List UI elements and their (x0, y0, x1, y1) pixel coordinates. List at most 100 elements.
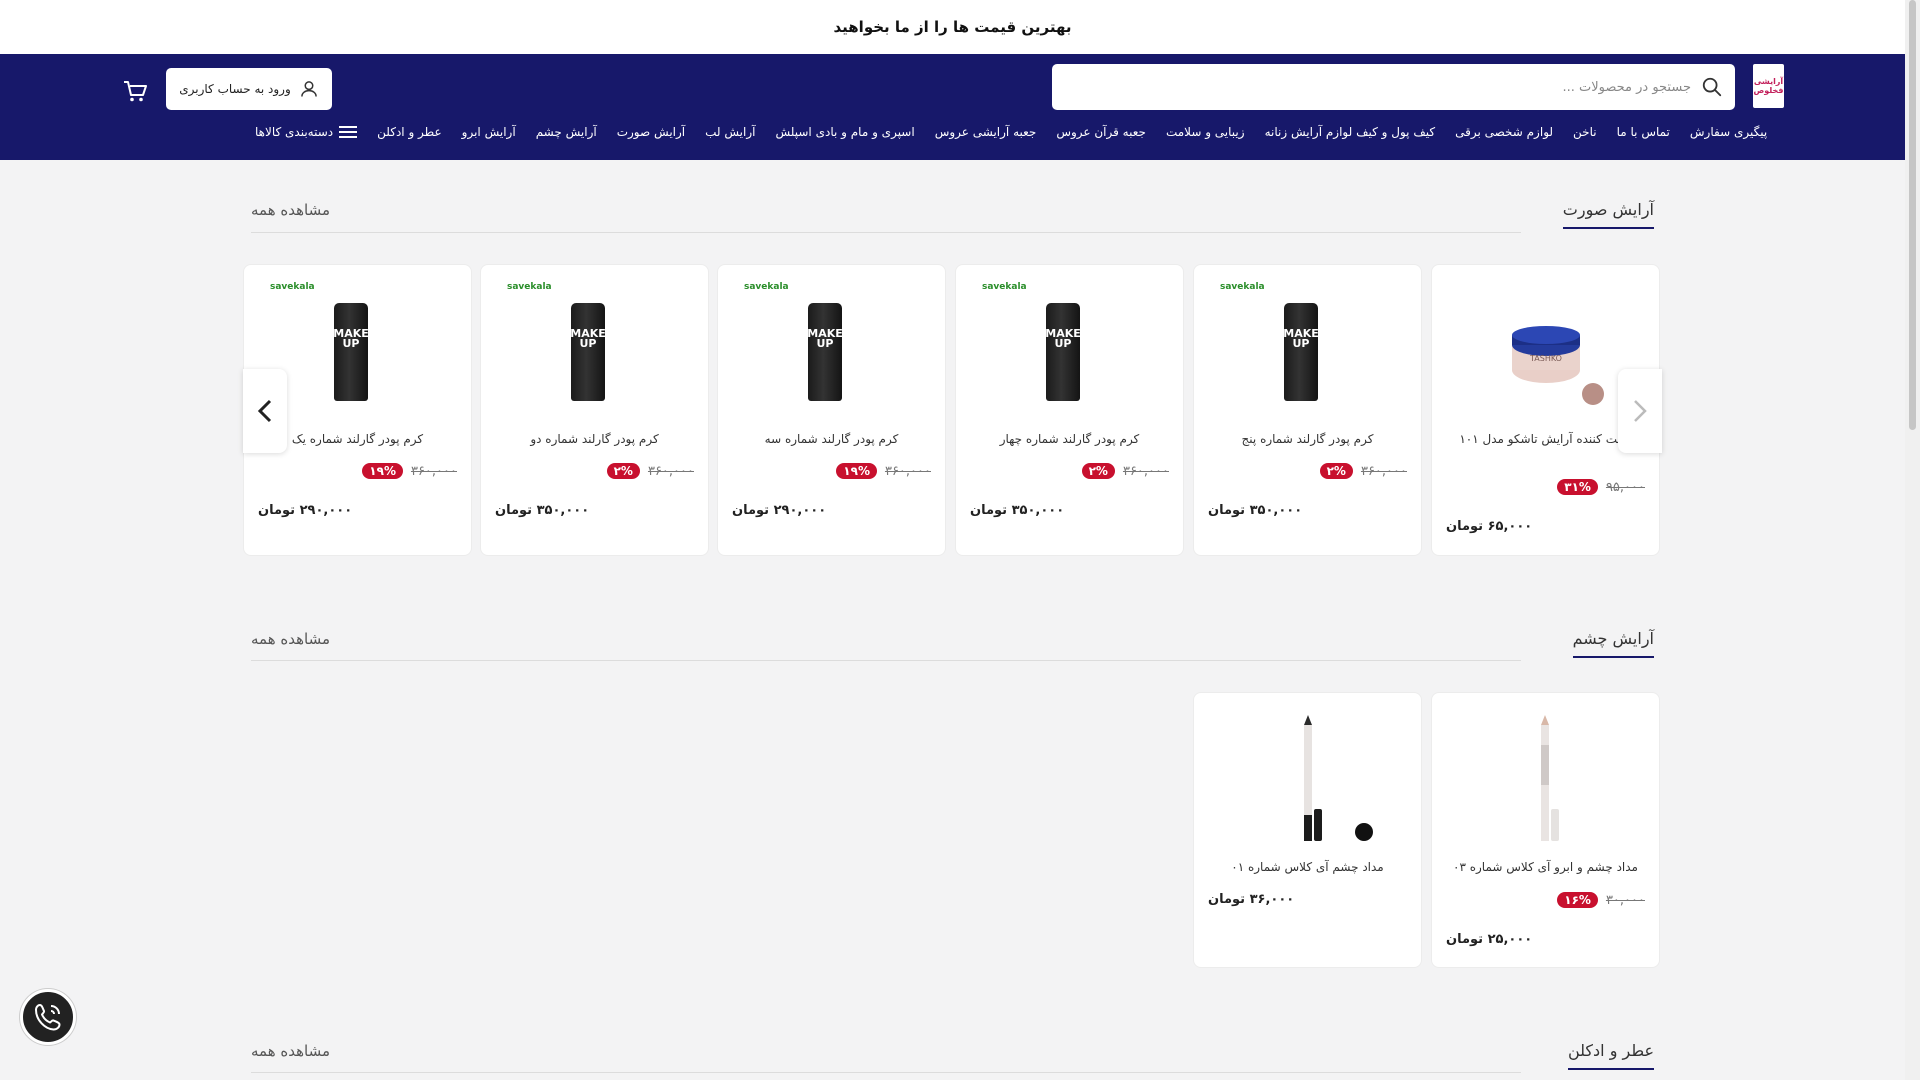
product-card[interactable]: مداد چشم و ابرو آی کلاس شماره ۰۳ ۱۶% ۳۰,… (1431, 692, 1660, 968)
product-image-tube: MAKE UP (333, 303, 369, 401)
section-divider (251, 232, 1521, 233)
product-image-tube: MAKE UP (1283, 303, 1319, 401)
chevron-left-icon (257, 399, 272, 423)
old-price: ۳۶۰,۰۰۰ (884, 463, 931, 479)
discount-badge: ۲% (606, 463, 640, 479)
nav-item[interactable]: آرایش لب (705, 125, 755, 139)
announcement-bar: بهترین قیمت ها را از ما بخواهید (0, 0, 1905, 54)
call-button[interactable] (20, 989, 76, 1045)
nav-item[interactable]: آرایش ابرو (462, 125, 516, 139)
product-card[interactable]: savekala MAKE UP کرم پودر گارلند شماره چه… (955, 264, 1184, 556)
section-divider (251, 1072, 1521, 1073)
product-card[interactable]: savekala MAKE UP کرم پودر گارلند شماره سه… (717, 264, 946, 556)
product-pricing: ۲% ۳۶۰,۰۰۰ (495, 463, 694, 479)
menu-icon (339, 126, 358, 138)
nav-item[interactable]: لوازم شخصی برقی (1455, 125, 1553, 139)
product-pricing: ۱۹% ۳۶۰,۰۰۰ (258, 463, 457, 479)
product-name: مداد چشم و ابرو آی کلاس شماره ۰۳ (1453, 860, 1638, 874)
product-image-tube: MAKE UP (1045, 303, 1081, 401)
product-price: ۳۶,۰۰۰ تومان (1208, 892, 1295, 907)
product-name: کرم پودر گارلند شماره سه (764, 432, 899, 446)
nav-item[interactable]: زیبایی و سلامت (1166, 125, 1245, 139)
nav-item[interactable]: ناخن (1573, 125, 1597, 139)
search-icon[interactable] (1701, 76, 1723, 98)
color-swatch[interactable] (1582, 383, 1604, 405)
nav-item[interactable]: آرایش چشم (536, 125, 597, 139)
product-image-jar: TASHKO (1512, 326, 1580, 383)
discount-badge: ۳۱% (1557, 479, 1598, 495)
discount-badge: ۱۶% (1557, 892, 1598, 908)
product-price: ۶۵,۰۰۰ تومان (1446, 519, 1533, 534)
section-title-perfume[interactable]: عطر و ادکلن (1567, 1041, 1654, 1070)
brand-label: savekala (1220, 282, 1265, 292)
announcement-text: بهترین قیمت ها را از ما بخواهید (833, 18, 1072, 36)
nav-item[interactable]: اسپری و مام و بادی اسپلش (775, 125, 914, 139)
jar-label: TASHKO (1529, 354, 1562, 363)
nav-item[interactable]: کیف پول و کیف لوازم آرایش زنانه (1265, 125, 1436, 139)
old-price: ۳۶۰,۰۰۰ (410, 463, 457, 479)
search-input[interactable] (1087, 79, 1691, 95)
login-button[interactable]: ورود به حساب کاربری (166, 68, 332, 110)
discount-badge: ۲% (1319, 463, 1353, 479)
brand-label: savekala (744, 282, 789, 292)
nav-item[interactable]: تماس با ما (1617, 125, 1670, 139)
product-name: کرم پودر گارلند شماره چهار (999, 432, 1140, 446)
discount-badge: ۱۹% (362, 463, 403, 479)
product-price: ۳۵۰,۰۰۰ تومان (495, 503, 590, 518)
main-nav: دسته‌بندی کالاها عطر و ادکلن آرایش ابرو … (255, 120, 1767, 144)
product-image-pencil (1304, 715, 1312, 841)
search-bar[interactable] (1052, 64, 1735, 110)
logo-text: آرایشی فخلوص (1753, 77, 1784, 95)
product-name: مداد چشم آی کلاس شماره ۰۱ (1231, 860, 1384, 874)
product-price: ۲۹۰,۰۰۰ تومان (732, 503, 827, 518)
product-image-pencil (1541, 715, 1549, 841)
brand-label: savekala (270, 282, 315, 292)
pencil-cap-icon (1551, 809, 1559, 841)
carousel-prev-button[interactable] (243, 369, 287, 453)
old-price: ۹۵,۰۰۰ (1605, 479, 1645, 495)
old-price: ۳۰,۰۰۰ (1605, 892, 1645, 908)
chevron-right-icon (1634, 400, 1647, 422)
color-swatch[interactable] (1355, 823, 1373, 841)
discount-badge: ۱۹% (836, 463, 877, 479)
see-all-face-link[interactable]: مشاهده همه (251, 201, 330, 219)
site-header: آرایشی فخلوص ورود به حساب کاربری دسته‌بن… (0, 54, 1905, 160)
carousel-next-button[interactable] (1618, 369, 1662, 453)
nav-item[interactable]: جعبه آرایشی عروس (935, 125, 1037, 139)
nav-item[interactable]: جعبه قرآن عروس (1056, 125, 1146, 139)
product-price: ۲۹۰,۰۰۰ تومان (258, 503, 353, 518)
page-scrollbar[interactable] (1905, 0, 1920, 1080)
cart-icon[interactable] (122, 78, 148, 104)
product-price: ۳۵۰,۰۰۰ تومان (1208, 503, 1303, 518)
site-logo[interactable]: آرایشی فخلوص (1753, 64, 1784, 108)
product-card[interactable]: savekala MAKE UP کرم پودر گارلند شماره پن… (1193, 264, 1422, 556)
section-title-eye[interactable]: آرایش چشم (1572, 629, 1654, 658)
phone-icon (34, 1003, 61, 1031)
brand-label: savekala (982, 282, 1027, 292)
section-divider (251, 660, 1521, 661)
product-price: ۳۵۰,۰۰۰ تومان (970, 503, 1065, 518)
login-label: ورود به حساب کاربری (179, 82, 291, 96)
product-pricing: ۲% ۳۶۰,۰۰۰ (1208, 463, 1407, 479)
see-all-perfume-link[interactable]: مشاهده همه (251, 1042, 330, 1060)
section-title-face[interactable]: آرایش صورت (1562, 200, 1654, 229)
brand-label: savekala (507, 282, 552, 292)
product-card[interactable]: savekala MAKE UP کرم پودر گارلند شماره دو… (480, 264, 709, 556)
nav-item[interactable]: عطر و ادکلن (377, 125, 442, 139)
product-pricing: ۲% ۳۶۰,۰۰۰ (970, 463, 1169, 479)
scrollbar-thumb[interactable] (1909, 0, 1916, 430)
product-card[interactable]: مداد چشم آی کلاس شماره ۰۱ ۳۶,۰۰۰ تومان (1193, 692, 1422, 968)
nav-item[interactable]: پیگیری سفارش (1690, 125, 1767, 139)
pencil-cap-icon (1314, 809, 1322, 841)
see-all-eye-link[interactable]: مشاهده همه (251, 630, 330, 648)
nav-categories[interactable]: دسته‌بندی کالاها (255, 125, 358, 139)
nav-item[interactable]: آرایش صورت (617, 125, 685, 139)
old-price: ۳۶۰,۰۰۰ (1360, 463, 1407, 479)
product-pricing: ۳۱% ۹۵,۰۰۰ (1446, 479, 1645, 495)
product-price: ۲۵,۰۰۰ تومان (1446, 932, 1533, 947)
product-image-tube: MAKE UP (570, 303, 606, 401)
product-pricing: ۱۶% ۳۰,۰۰۰ (1446, 892, 1645, 908)
user-icon (300, 81, 317, 97)
old-price: ۳۶۰,۰۰۰ (647, 463, 694, 479)
product-image-tube: MAKE UP (807, 303, 843, 401)
